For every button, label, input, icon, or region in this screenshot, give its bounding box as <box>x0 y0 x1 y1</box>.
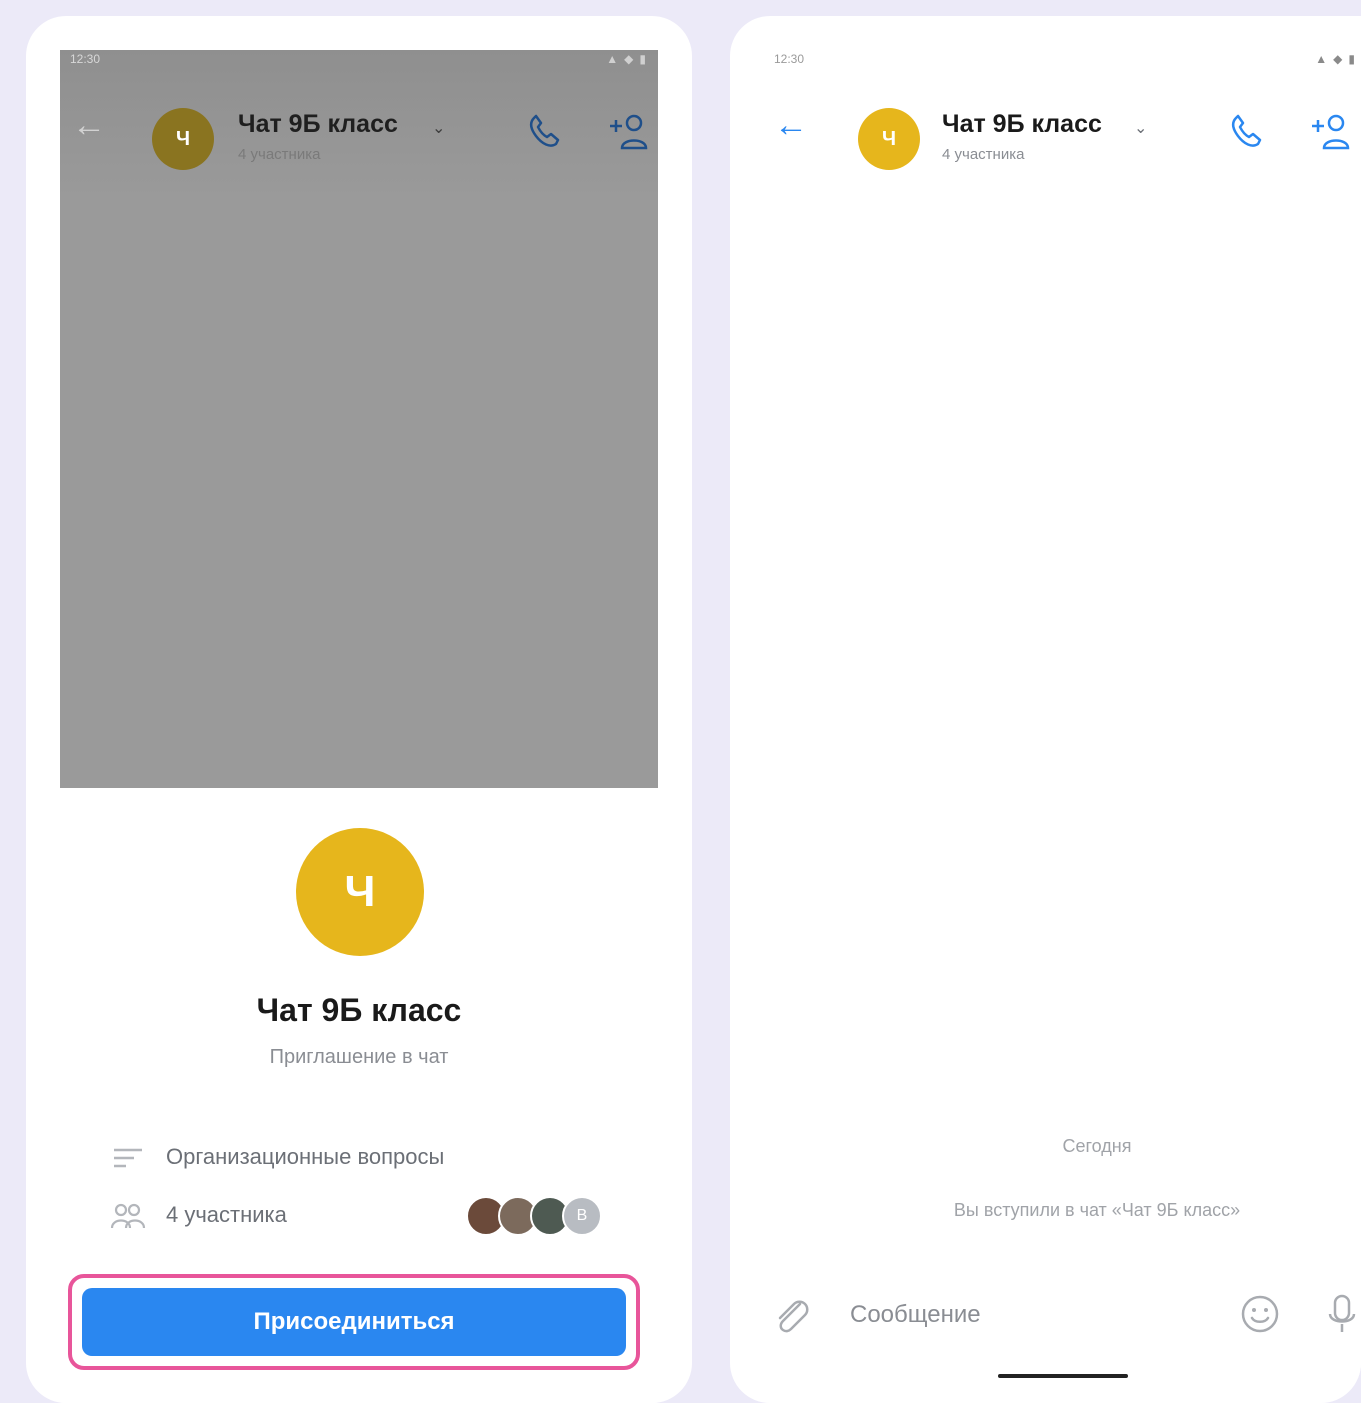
message-composer <box>760 1280 1361 1350</box>
phone-icon[interactable] <box>524 112 564 152</box>
chat-title[interactable]: Чат 9Б класс <box>942 110 1102 139</box>
left-phone-card: 12:30 ▲◆▮ ← Ч Чат 9Б класс ⌄ 4 участника… <box>26 16 692 1403</box>
chevron-down-icon[interactable]: ⌄ <box>1134 118 1147 138</box>
microphone-icon[interactable] <box>1322 1292 1361 1336</box>
chat-avatar-letter: Ч <box>881 127 897 150</box>
chat-subtitle: 4 участника <box>238 146 321 163</box>
system-message: Вы вступили в чат «Чат 9Б класс» <box>953 1200 1241 1220</box>
member-avatars[interactable]: В <box>450 1196 620 1236</box>
chat-description: Организационные вопросы <box>166 1144 445 1169</box>
status-bar-icons: ▲◆▮ <box>606 52 652 66</box>
add-user-icon[interactable] <box>606 110 650 154</box>
back-arrow-icon[interactable]: ← <box>774 108 808 142</box>
invite-title: Чат 9Б класс <box>256 992 462 1028</box>
chat-avatar-letter: Ч <box>175 127 191 150</box>
chevron-down-icon[interactable]: ⌄ <box>432 118 445 138</box>
text-lines-icon <box>114 1148 142 1168</box>
dimmed-chat-background: 12:30 ▲◆▮ ← Ч Чат 9Б класс ⌄ 4 участника <box>60 50 658 788</box>
join-button[interactable]: Присоединиться <box>82 1288 626 1356</box>
members-count: 4 участника <box>166 1202 287 1227</box>
status-bar-time: 12:30 <box>774 52 805 66</box>
status-bar-time: 12:30 <box>70 52 101 66</box>
join-button-highlight: Присоединиться <box>68 1274 640 1370</box>
users-icon <box>110 1203 146 1229</box>
description-row: Организационные вопросы <box>110 1140 620 1176</box>
status-bar-icons: ▲◆▮ <box>1315 52 1361 66</box>
chat-screen: 12:30 ▲◆▮ ← Ч Чат 9Б класс ⌄ 4 участника… <box>760 50 1361 1378</box>
chat-title[interactable]: Чат 9Б класс <box>238 110 398 139</box>
chat-avatar: Ч <box>152 108 214 170</box>
smile-icon[interactable] <box>1238 1292 1282 1336</box>
members-row[interactable]: 4 участника В <box>110 1196 620 1236</box>
invite-chat-avatar: Ч <box>296 828 424 956</box>
invite-subtitle: Приглашение в чат <box>269 1046 449 1068</box>
message-input[interactable] <box>848 1296 1212 1334</box>
add-user-icon[interactable] <box>1308 110 1352 154</box>
member-avatar: В <box>562 1196 602 1236</box>
right-phone-card: 12:30 ▲◆▮ ← Ч Чат 9Б класс ⌄ 4 участника… <box>730 16 1361 1403</box>
invite-avatar-letter: Ч <box>344 867 376 916</box>
phone-icon[interactable] <box>1226 112 1266 152</box>
paperclip-icon[interactable] <box>770 1294 814 1338</box>
chat-avatar[interactable]: Ч <box>858 108 920 170</box>
member-avatar-letter: В <box>576 1207 588 1224</box>
back-arrow-icon[interactable]: ← <box>72 108 106 142</box>
chat-subtitle: 4 участника <box>942 146 1025 163</box>
date-separator: Сегодня <box>1062 1136 1132 1156</box>
home-indicator <box>998 1374 1128 1378</box>
dimmed-header: 12:30 ▲◆▮ ← Ч Чат 9Б класс ⌄ 4 участника <box>60 50 658 200</box>
invite-sheet: Ч Чат 9Б класс Приглашение в чат Организ… <box>60 788 658 1403</box>
